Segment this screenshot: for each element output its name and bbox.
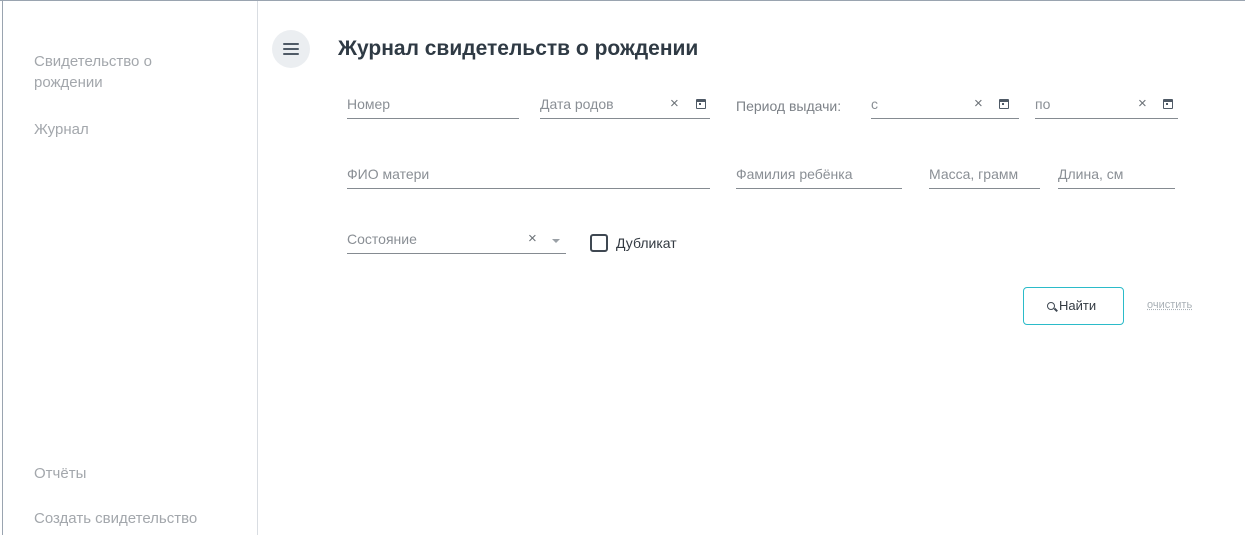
menu-line [283, 53, 299, 55]
weight-field[interactable]: Масса, грамм [929, 163, 1040, 189]
issue-period-from-field[interactable]: с × [871, 93, 1019, 119]
length-placeholder: Длина, см [1058, 166, 1124, 182]
clear-icon[interactable]: × [1138, 95, 1147, 112]
calendar-icon[interactable] [999, 99, 1009, 109]
state-select[interactable]: Состояние × [347, 228, 566, 254]
hamburger-menu-icon[interactable] [272, 30, 310, 68]
mother-name-field[interactable]: ФИО матери [347, 163, 710, 189]
page-title: Журнал свидетельств о рождении [338, 37, 699, 60]
child-surname-field[interactable]: Фамилия ребёнка [736, 163, 902, 189]
birth-date-placeholder: Дата родов [540, 96, 614, 112]
number-placeholder: Номер [347, 96, 391, 112]
sidebar-item-birth-certificate[interactable]: Свидетельство о рождении [34, 51, 204, 93]
find-button[interactable]: Найти [1023, 287, 1124, 325]
issue-period-to-placeholder: по [1035, 96, 1051, 112]
duplicate-checkbox[interactable] [590, 234, 608, 252]
sidebar: Свидетельство о рождении Журнал Отчёты С… [3, 1, 258, 535]
sidebar-item-reports[interactable]: Отчёты [34, 463, 86, 484]
issue-period-to-field[interactable]: по × [1035, 93, 1178, 119]
menu-line [283, 48, 299, 50]
calendar-icon[interactable] [696, 99, 706, 109]
child-surname-placeholder: Фамилия ребёнка [736, 166, 853, 182]
clear-icon[interactable]: × [670, 95, 679, 112]
sidebar-item-create-certificate[interactable]: Создать свидетельство [34, 508, 197, 529]
issue-period-label: Период выдачи: [736, 98, 842, 114]
menu-line [283, 43, 299, 45]
number-field[interactable]: Номер [347, 93, 519, 119]
search-icon [1047, 302, 1055, 310]
length-field[interactable]: Длина, см [1058, 163, 1175, 189]
state-placeholder: Состояние [347, 231, 417, 247]
birth-date-field[interactable]: Дата родов × [540, 93, 710, 119]
duplicate-label[interactable]: Дубликат [616, 235, 677, 251]
clear-icon[interactable]: × [528, 230, 537, 247]
weight-placeholder: Масса, грамм [929, 166, 1019, 182]
clear-icon[interactable]: × [974, 95, 983, 112]
calendar-icon[interactable] [1163, 99, 1173, 109]
clear-link[interactable]: очистить [1147, 299, 1192, 311]
issue-period-from-placeholder: с [871, 96, 878, 112]
chevron-down-icon[interactable] [552, 239, 560, 243]
mother-name-placeholder: ФИО матери [347, 166, 430, 182]
find-button-label: Найти [1059, 298, 1097, 313]
sidebar-item-journal[interactable]: Журнал [34, 119, 89, 140]
